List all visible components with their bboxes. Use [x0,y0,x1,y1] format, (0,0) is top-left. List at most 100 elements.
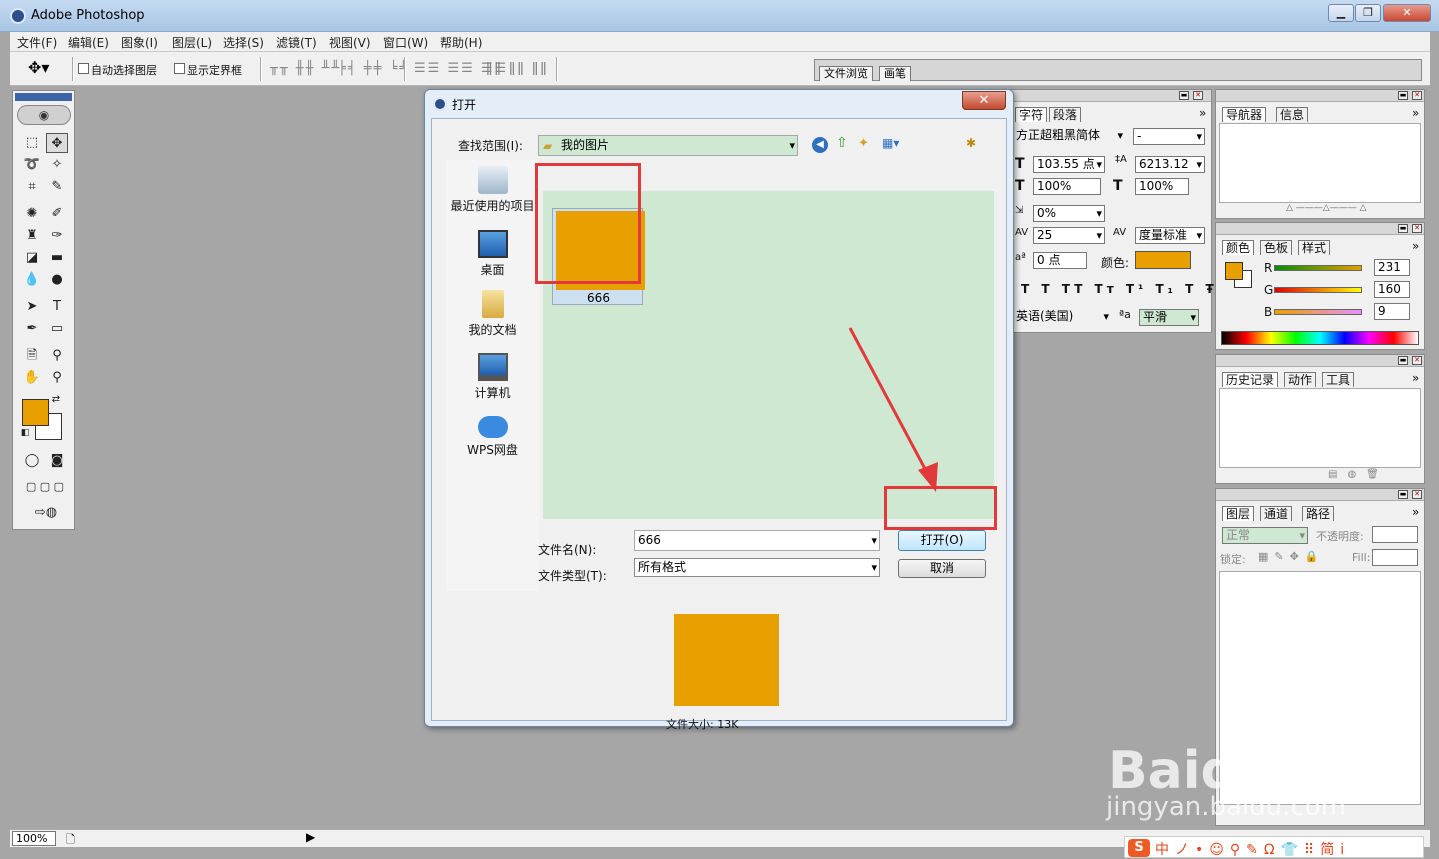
text-color-swatch[interactable] [1135,251,1191,269]
lasso-tool-icon[interactable]: ➰ [21,155,43,175]
show-bounds-checkbox[interactable] [174,63,185,74]
close-palette-icon[interactable]: ✕ [1412,91,1422,100]
tab-navigator[interactable]: 导航器 [1222,107,1267,122]
minimize-palette-icon[interactable]: ▬ [1398,224,1408,233]
foreground-color-swatch[interactable] [22,399,49,426]
healing-brush-icon[interactable]: ✺ [21,204,43,224]
kerning-field[interactable]: 25 [1033,227,1105,244]
minimize-palette-icon[interactable]: ▬ [1398,91,1408,100]
view-menu-icon[interactable]: ▦▾ [882,136,899,150]
shape-tool-icon[interactable]: ▭ [46,319,68,339]
kerning-mode-select[interactable]: 度量标准 [1135,227,1205,244]
history-list[interactable] [1219,388,1421,468]
brush-tool-icon[interactable]: ✐ [46,204,68,224]
opacity-field[interactable] [1372,526,1418,543]
slice-tool-icon[interactable]: ✎ [46,177,68,197]
tab-paths[interactable]: 路径 [1302,506,1335,521]
photoshop-eye-icon[interactable]: ◉ [17,105,71,125]
align-left-icons[interactable]: ╞╡ ╪╪ ╘╛ [338,61,409,76]
blue-channel-field[interactable]: 9 [1374,303,1410,320]
font-style-select[interactable]: - [1133,128,1205,145]
tab-history[interactable]: 历史记录 [1222,372,1279,387]
place-documents[interactable]: 我的文档 [446,290,539,338]
new-folder-icon[interactable]: ✦ [858,136,869,151]
filetype-select[interactable]: 所有格式 [634,558,880,577]
eraser-tool-icon[interactable]: ◪ [21,248,43,268]
cancel-button[interactable]: 取消 [898,559,986,578]
horizontal-scale-field[interactable]: 100% [1135,178,1189,195]
back-icon[interactable]: ◀ [812,137,828,153]
navigator-zoom-slider[interactable]: △ ———△——— △ [1286,203,1367,213]
tab-file-browser[interactable]: 文件浏览 [819,66,873,81]
dialog-close-button[interactable]: ✕ [962,91,1006,110]
menu-layer[interactable]: 图层(L) [172,34,212,51]
color-spectrum-bar[interactable] [1221,331,1419,345]
close-button[interactable]: ✕ [1383,4,1431,22]
blue-channel-slider[interactable] [1274,309,1362,315]
palette-menu-icon[interactable]: » [1412,106,1419,120]
favorite-folder-icon[interactable]: ✱ [966,136,976,150]
palette-menu-icon[interactable]: » [1412,239,1419,253]
up-folder-icon[interactable]: ⇧ [836,135,848,151]
menu-window[interactable]: 窗口(W) [383,34,428,51]
menu-filter[interactable]: 滤镜(T) [276,34,317,51]
tab-color[interactable]: 颜色 [1222,240,1255,255]
move-tool-icon[interactable]: ✥▾ [28,58,49,77]
tab-channels[interactable]: 通道 [1260,506,1293,521]
menu-view[interactable]: 视图(V) [329,34,371,51]
move-tool-icon[interactable]: ✥ [46,133,68,153]
language-select[interactable]: 英语(美国) [1013,309,1111,326]
history-footer-icons[interactable]: ▤◍🗑 [1328,469,1389,480]
red-channel-slider[interactable] [1274,265,1362,271]
clone-stamp-icon[interactable]: ♜ [21,226,43,246]
green-channel-field[interactable]: 160 [1374,281,1410,298]
tab-brushes[interactable]: 画笔 [879,66,911,81]
tab-paragraph[interactable]: 段落 [1049,107,1082,122]
restore-button[interactable]: ❐ [1355,4,1381,22]
align-top-icons[interactable]: ╥╥ ╫╫ ╨╨ [270,61,341,76]
close-palette-icon[interactable]: ✕ [1412,224,1422,233]
open-button[interactable]: 打开(O) [898,530,986,551]
red-channel-field[interactable]: 231 [1374,259,1410,276]
lock-icons[interactable]: ▦✎✥🔒 [1258,550,1325,563]
default-colors-icon[interactable]: ◧ [19,427,31,439]
tab-styles[interactable]: 样式 [1298,240,1331,255]
screen-mode-icons[interactable]: ▢ ▢ ▢ [17,477,73,497]
menu-select[interactable]: 选择(S) [223,34,264,51]
place-wps-cloud[interactable]: WPS网盘 [446,416,539,458]
sogou-ime-icon[interactable]: S [1128,839,1150,857]
leading-field[interactable]: 6213.12 [1135,156,1205,173]
fill-field[interactable] [1372,549,1418,566]
palette-menu-icon[interactable]: » [1199,106,1206,120]
magic-wand-icon[interactable]: ✧ [46,155,68,175]
tracking-field[interactable]: 0% [1033,205,1105,222]
distribute-left-icons[interactable]: ǁǁ ǁǁ ǁǁ [486,61,549,76]
menu-file[interactable]: 文件(F) [17,34,57,51]
menu-edit[interactable]: 编辑(E) [68,34,109,51]
vertical-scale-field[interactable]: 100% [1033,178,1101,195]
doc-info-icon[interactable]: 🗋 [66,831,75,850]
eyedropper-icon[interactable]: ⚲ [46,346,68,366]
jump-to-imageready-icon[interactable]: ⇨◍ [21,503,71,523]
blur-tool-icon[interactable]: 💧 [21,270,43,290]
swap-colors-icon[interactable]: ⇄ [49,393,63,407]
marquee-tool-icon[interactable]: ⬚ [21,133,43,153]
tab-info[interactable]: 信息 [1276,107,1309,122]
type-tool-icon[interactable]: T [46,297,68,317]
close-palette-icon[interactable]: ✕ [1193,91,1203,100]
history-brush-icon[interactable]: ✑ [46,226,68,246]
close-palette-icon[interactable]: ✕ [1412,356,1422,365]
tab-character[interactable]: 字符 [1015,107,1048,122]
zoom-level-field[interactable]: 100% [12,831,56,846]
green-channel-slider[interactable] [1274,287,1362,293]
standard-mode-icon[interactable]: ◯ [21,451,43,471]
place-recent[interactable]: 最近使用的项目 [446,166,539,214]
crop-tool-icon[interactable]: ⌗ [21,177,43,197]
minimize-palette-icon[interactable]: ▬ [1179,91,1189,100]
gradient-tool-icon[interactable]: ▬ [46,248,68,268]
filename-input[interactable]: 666 [634,530,880,551]
blend-mode-select[interactable]: 正常 [1222,527,1308,544]
close-palette-icon[interactable]: ✕ [1412,490,1422,499]
minimize-palette-icon[interactable]: ▬ [1398,356,1408,365]
menu-image[interactable]: 图象(I) [121,34,158,51]
